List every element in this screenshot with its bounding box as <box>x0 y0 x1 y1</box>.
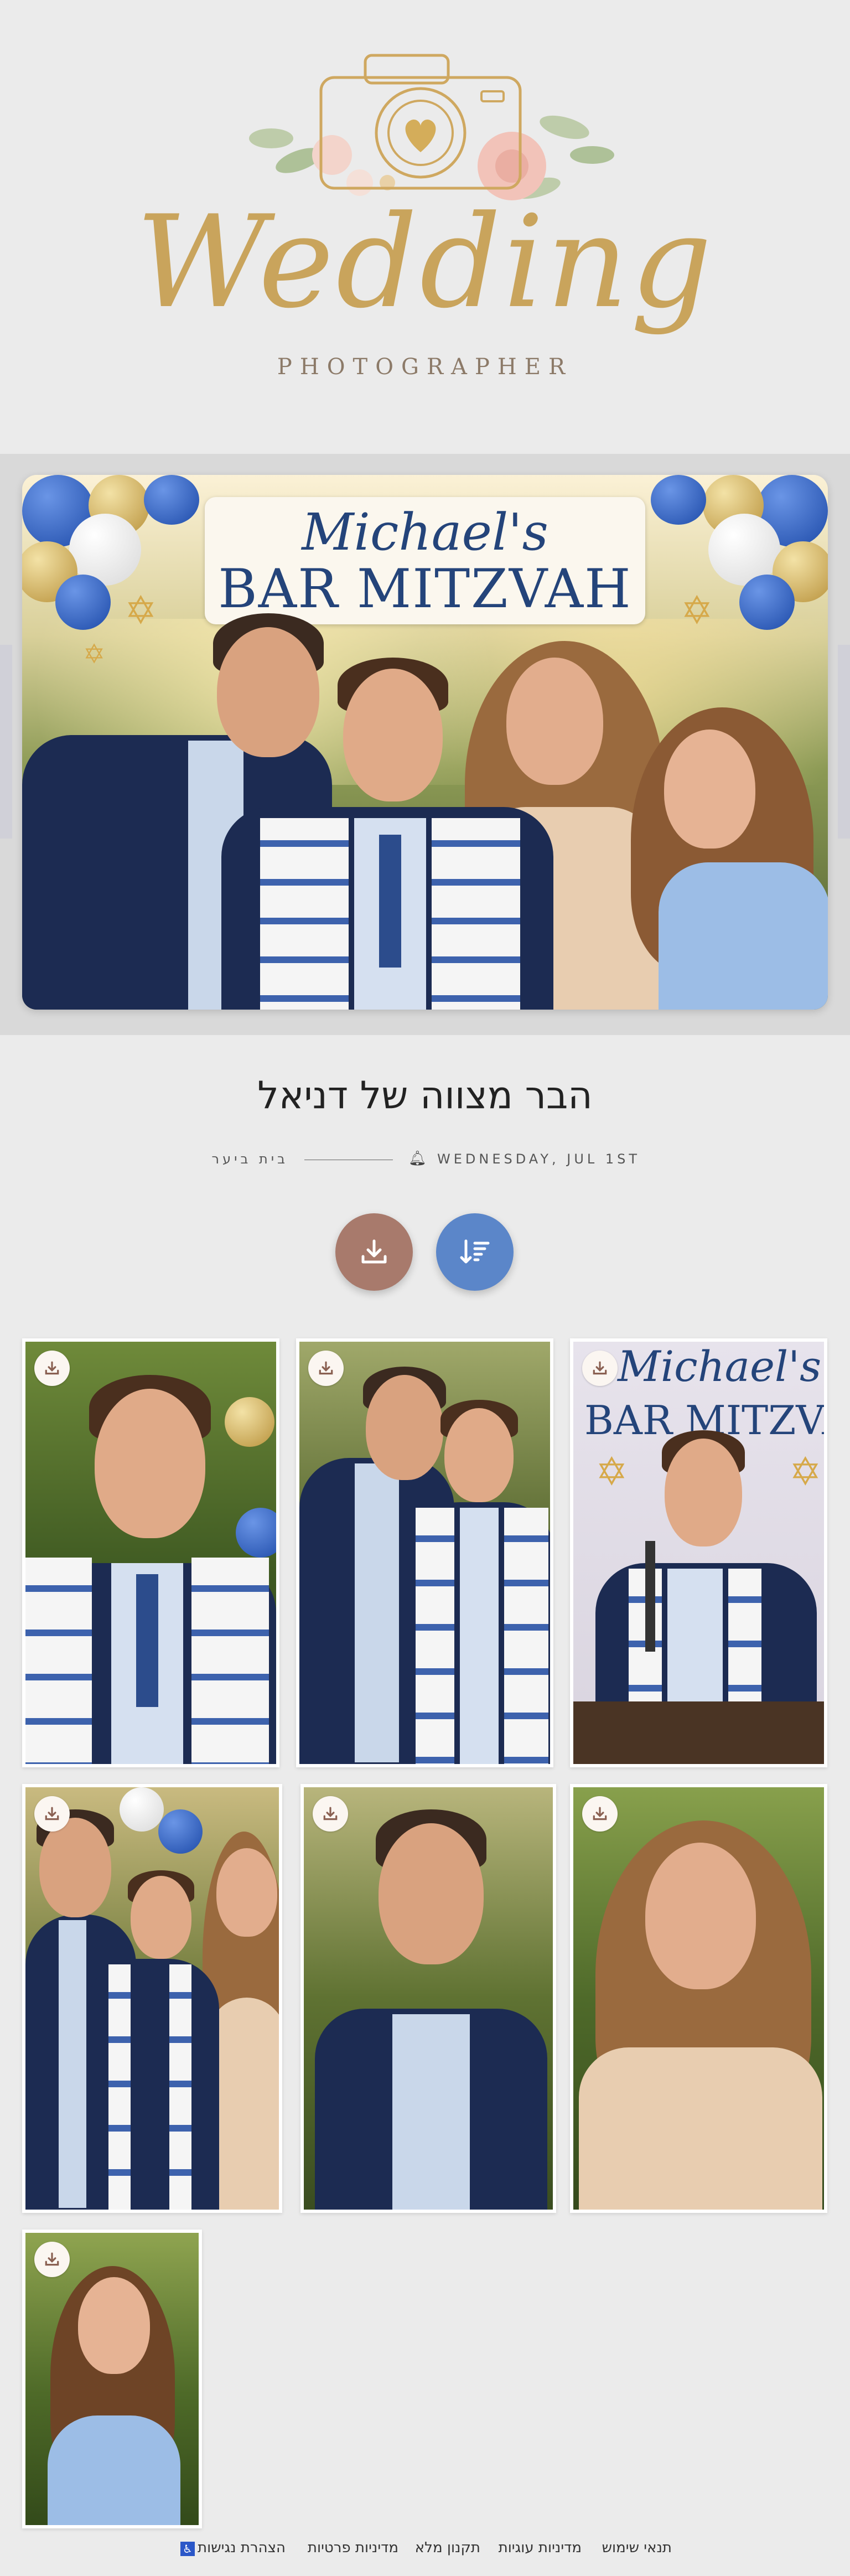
balloon <box>144 475 199 525</box>
gallery-photo[interactable] <box>22 1784 282 2213</box>
download-icon <box>593 1361 607 1375</box>
logo-subtitle: PHOTOGRAPHER <box>277 354 573 380</box>
gallery-photo[interactable] <box>296 1338 553 1767</box>
event-title: הבר מצווה של דניאל <box>257 1074 593 1118</box>
cover-banner-line2: BAR MITZVAH <box>218 558 632 620</box>
balloon <box>651 475 706 525</box>
gallery-photo[interactable]: Michael's BAR MITZVAH ✡ ✡ <box>570 1338 827 1767</box>
star-of-david-icon: ✡ <box>83 639 106 670</box>
gallery-photo[interactable] <box>22 1338 279 1767</box>
sort-icon <box>460 1239 490 1264</box>
download-icon <box>45 1361 59 1375</box>
balloon <box>55 575 111 630</box>
gallery-photo[interactable] <box>570 1784 827 2213</box>
star-of-david-icon: ✡ <box>125 588 157 633</box>
footer-link-cookies[interactable]: מדיניות עוגיות <box>499 2539 582 2556</box>
download-icon <box>593 1807 607 1820</box>
gallery-photo[interactable] <box>22 2230 202 2528</box>
footer-link-privacy[interactable]: מדיניות פרטיות <box>308 2539 398 2556</box>
photo-download-button[interactable] <box>34 1796 70 1832</box>
event-meta: בית ביער 🔔︎ WEDNESDAY, JUL 1ST <box>0 1150 850 1168</box>
event-place: בית ביער <box>211 1151 288 1167</box>
download-icon <box>323 1807 338 1820</box>
balloon <box>739 575 795 630</box>
logo: Wedding PHOTOGRAPHER <box>0 0 850 454</box>
bell-icon: 🔔︎ <box>408 1150 431 1167</box>
photo-download-button[interactable] <box>308 1351 344 1386</box>
gallery-photo[interactable] <box>300 1784 556 2213</box>
accessibility-icon[interactable]: ♿︎ <box>180 2542 195 2556</box>
footer-link-terms[interactable]: תנאי שימוש <box>602 2539 672 2556</box>
footer-link-regulations[interactable]: תקנון מלא <box>415 2539 480 2556</box>
footer: תנאי שימוש מדיניות עוגיות תקנון מלא מדינ… <box>0 2539 850 2562</box>
cover-photo: ✡ ✡ ✡ Michael's BAR MITZVAH <box>22 475 828 1010</box>
photo-download-button[interactable] <box>582 1796 618 1832</box>
photo-download-button[interactable] <box>582 1351 618 1386</box>
event-date: WEDNESDAY, JUL 1ST <box>437 1151 641 1167</box>
photo-sign-line1: Michael's <box>618 1342 822 1391</box>
star-of-david-icon: ✡ <box>681 588 713 633</box>
logo-wordmark: Wedding <box>136 189 714 337</box>
download-all-button[interactable] <box>335 1213 413 1291</box>
photo-download-button[interactable] <box>313 1796 348 1832</box>
cover-next-edge <box>838 645 850 839</box>
cover-banner: Michael's BAR MITZVAH <box>205 497 645 624</box>
photo-download-button[interactable] <box>34 1351 70 1386</box>
cover-banner-line1: Michael's <box>302 503 548 562</box>
cover-prev-edge <box>0 645 12 839</box>
sort-button[interactable] <box>436 1213 514 1291</box>
footer-link-accessibility[interactable]: הצהרת נגישות <box>198 2539 286 2556</box>
photo-download-button[interactable] <box>34 2242 70 2277</box>
download-icon <box>45 2252 59 2266</box>
download-icon <box>45 1807 59 1820</box>
download-icon <box>361 1239 387 1264</box>
download-icon <box>319 1361 333 1375</box>
